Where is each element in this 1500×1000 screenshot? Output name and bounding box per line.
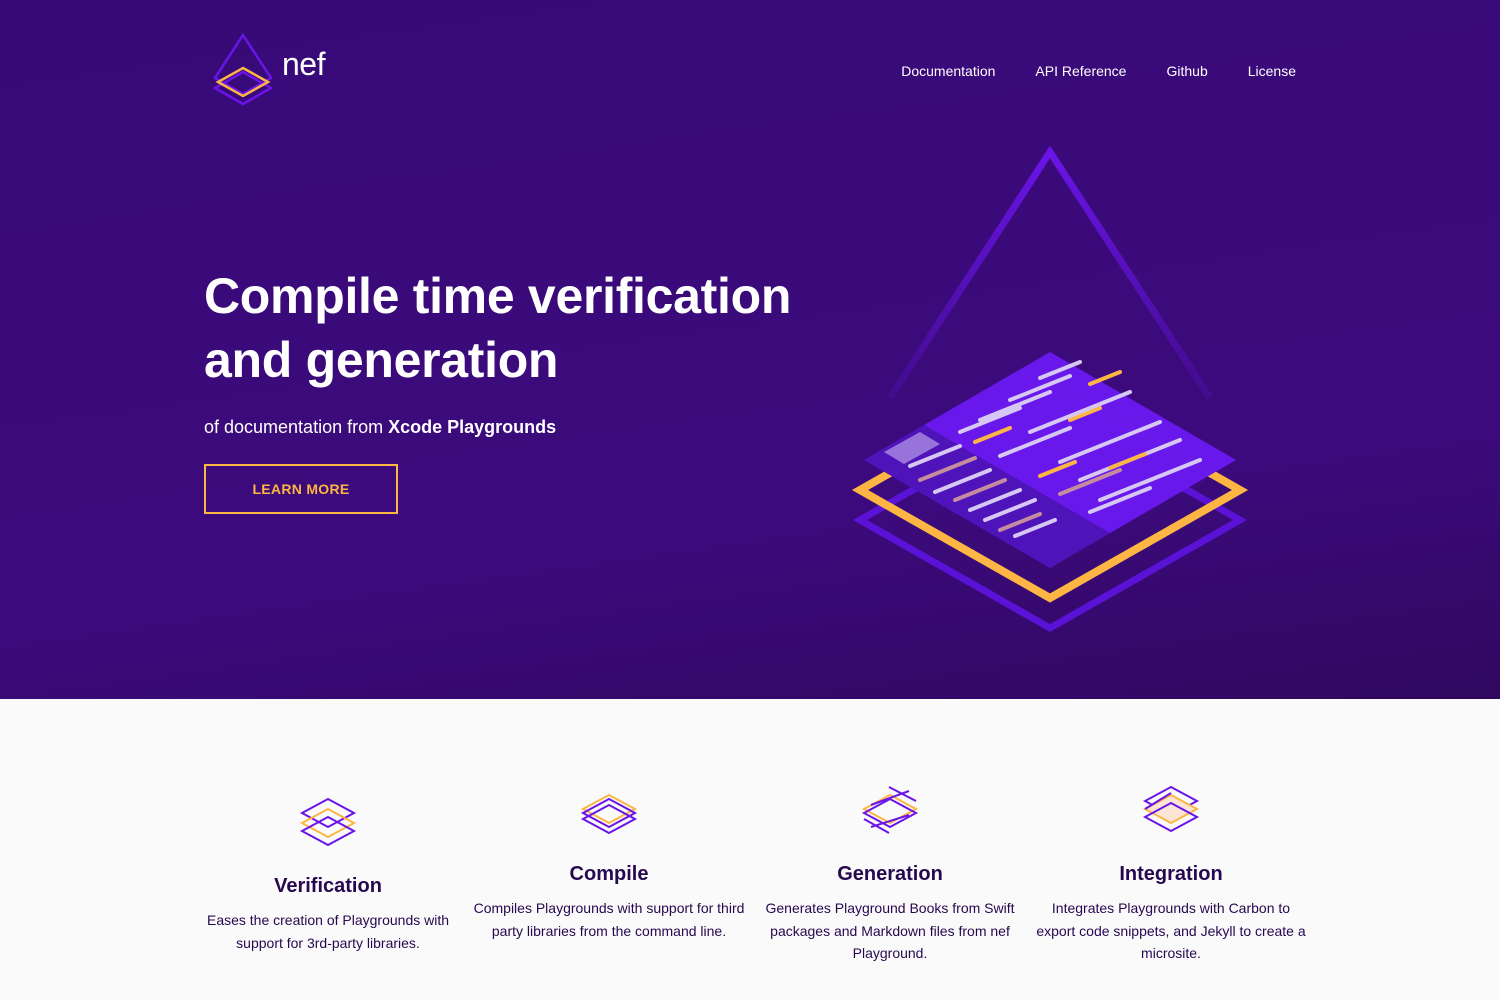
feature-title: Generation [837, 863, 943, 885]
learn-more-button[interactable]: LEARN MORE [204, 464, 398, 514]
hero-layers-illustration [851, 145, 1249, 633]
feature-description: Eases the creation of Playgrounds with s… [206, 912, 450, 951]
top-nav: Documentation API Reference Github Licen… [901, 63, 1296, 79]
nav-link-license[interactable]: License [1248, 63, 1296, 79]
nav-link-documentation[interactable]: Documentation [901, 63, 995, 79]
feature-title: Verification [274, 875, 382, 897]
feature-title: Compile [569, 863, 649, 885]
hero-title: Compile time verification and generation [204, 264, 844, 392]
nav-link-github[interactable]: Github [1166, 63, 1207, 79]
feature-integration: Integration Integrates Playgrounds with … [1031, 785, 1311, 965]
feature-description: Generates Playground Books from Swift pa… [765, 900, 1015, 961]
hero-section: nef Documentation API Reference Github L… [0, 0, 1500, 699]
layers-integration-icon [1142, 785, 1200, 833]
feature-compile: Compile Compiles Playgrounds with suppor… [469, 793, 749, 942]
layers-generation-icon [861, 786, 919, 834]
hero-title-line2: and generation [204, 332, 559, 388]
feature-generation: Generation Generates Playground Books fr… [750, 785, 1030, 965]
brand-name: nef [282, 45, 325, 82]
feature-title: Integration [1119, 863, 1223, 885]
nav-link-api-reference[interactable]: API Reference [1035, 63, 1126, 79]
feature-description: Compiles Playgrounds with support for th… [473, 900, 745, 939]
feature-verification: Verification Eases the creation of Playg… [188, 797, 468, 954]
hero-subtitle-bold: Xcode Playgrounds [388, 417, 557, 437]
hero-subtitle: of documentation from Xcode Playgrounds [204, 417, 556, 438]
brand-logo[interactable]: nef [210, 32, 325, 108]
layers-compile-icon [580, 793, 638, 835]
hero-subtitle-prefix: of documentation from [204, 417, 389, 437]
hero-title-line1: Compile time verification [204, 268, 792, 324]
features-section: Verification Eases the creation of Playg… [188, 699, 1312, 1000]
layers-verification-icon [299, 797, 357, 847]
feature-description: Integrates Playgrounds with Carbon to ex… [1036, 900, 1306, 961]
nef-logo-icon [212, 32, 274, 106]
